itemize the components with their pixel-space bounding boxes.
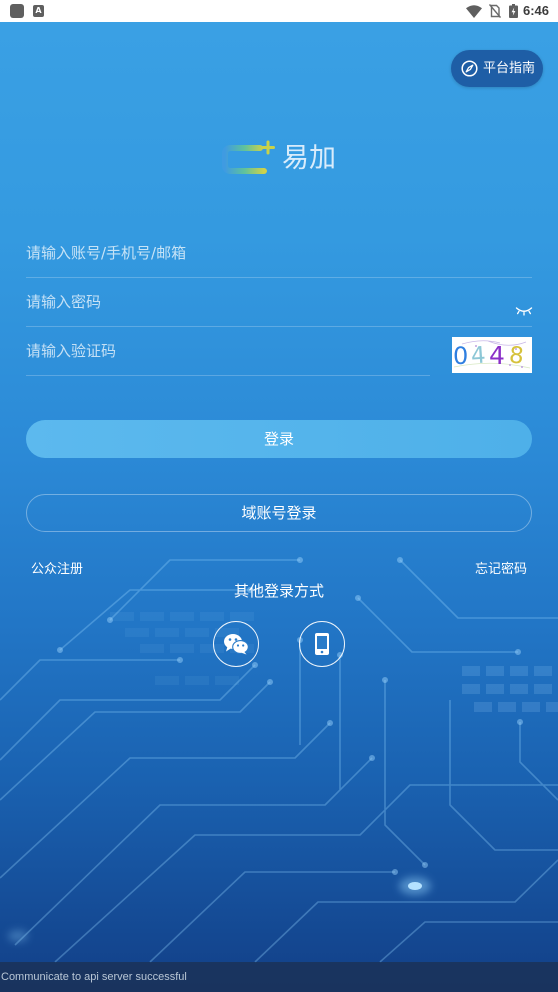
- other-login-methods-title: 其他登录方式: [233, 582, 324, 600]
- captcha-input[interactable]: [26, 327, 430, 375]
- status-bar: A 6:46: [0, 0, 558, 22]
- forgot-password-link[interactable]: 忘记密码: [475, 561, 527, 579]
- captcha-digit: 4: [470, 343, 486, 370]
- captcha-digit: 4: [489, 341, 505, 370]
- login-button[interactable]: 登录: [26, 420, 532, 458]
- a-notification-icon: A: [33, 5, 44, 17]
- wechat-login-button[interactable]: [213, 621, 259, 667]
- eye-closed-icon[interactable]: [515, 305, 533, 316]
- app-name: 易加: [282, 143, 336, 174]
- toast-text: Communicate to api server successful: [1, 971, 187, 983]
- yijia-logo-icon: [222, 140, 275, 174]
- battery-charging-icon: [509, 4, 518, 18]
- wechat-icon: [224, 634, 249, 655]
- account-field: [26, 229, 532, 278]
- platform-guide-button[interactable]: 平台指南: [451, 50, 543, 87]
- password-input[interactable]: [26, 278, 496, 326]
- phone-icon: [315, 633, 329, 655]
- login-screen: 平台指南 易加 0 4 4 8: [0, 22, 558, 992]
- account-input[interactable]: [26, 229, 532, 277]
- captcha-field: [26, 327, 430, 376]
- circuit-glow: [8, 877, 431, 942]
- public-register-link[interactable]: 公众注册: [31, 561, 83, 579]
- circuit-pads: [57, 557, 523, 875]
- toast-message: Communicate to api server successful: [0, 962, 558, 992]
- domain-account-login-button[interactable]: 域账号登录: [26, 494, 532, 532]
- captcha-digit: 0: [453, 342, 468, 370]
- wifi-icon: [466, 5, 482, 18]
- app-notification-icon: [10, 4, 24, 18]
- captcha-digit: 8: [508, 342, 525, 369]
- no-sim-icon: [489, 4, 501, 18]
- circuit-traces: [0, 559, 558, 963]
- password-field: [26, 278, 532, 327]
- platform-guide-label: 平台指南: [483, 61, 536, 76]
- phone-login-button[interactable]: [299, 621, 345, 667]
- captcha-image[interactable]: 0 4 4 8: [452, 337, 532, 373]
- clock: 6:46: [523, 3, 550, 18]
- compass-icon: [461, 60, 478, 77]
